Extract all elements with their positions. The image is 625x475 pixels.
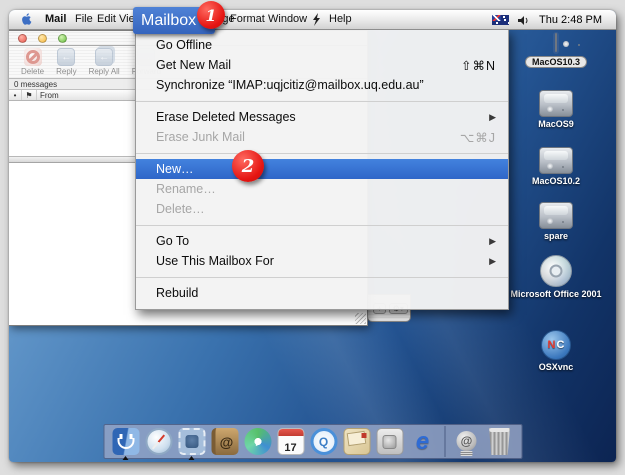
system-preferences-icon xyxy=(376,428,403,455)
dock-item-system-preferences[interactable] xyxy=(375,427,404,456)
at-spring-icon: @ xyxy=(457,427,477,456)
dock-item-finder[interactable] xyxy=(111,427,140,456)
submenu-arrow-icon: ▶ xyxy=(489,236,496,247)
shortcut-label: ⇧⌘N xyxy=(461,58,496,73)
dock-item-letters[interactable] xyxy=(342,427,371,456)
delete-button[interactable]: Delete xyxy=(21,48,44,76)
address-book-icon: @ xyxy=(211,428,238,455)
running-indicator xyxy=(189,456,195,460)
reply-all-button[interactable]: ← Reply All xyxy=(89,48,120,76)
safari-icon xyxy=(145,428,172,455)
dock-item-quicktime[interactable]: Q xyxy=(309,427,338,456)
desktop-icon-label: MacOS9 xyxy=(538,119,574,129)
shortcut-label: ⌥⌘J xyxy=(460,130,496,145)
dock-item-itunes[interactable]: ♪ xyxy=(243,427,272,456)
desktop-icon-label: OSXvnc xyxy=(539,362,574,372)
hard-drive-icon xyxy=(539,90,573,117)
input-language-flag-icon[interactable] xyxy=(492,15,509,25)
running-indicator xyxy=(123,456,129,460)
dock-item-mail[interactable] xyxy=(177,427,206,456)
close-button[interactable] xyxy=(18,34,27,43)
ical-icon: 17 xyxy=(277,428,304,455)
mail-icon xyxy=(178,428,205,455)
dock-item-internet-location[interactable]: @ xyxy=(452,427,481,456)
menubar-item-file[interactable]: File xyxy=(75,13,93,25)
desktop-icon-label: MacOS10.3 xyxy=(525,56,587,68)
menu-item-erase-junk-mail: Erase Junk Mail⌥⌘J xyxy=(136,127,508,147)
desktop-icon-osxvnc[interactable]: NC OSXvnc xyxy=(510,330,602,372)
delete-icon xyxy=(24,48,42,66)
trash-icon xyxy=(488,428,512,455)
menu-item-get-new-mail[interactable]: Get New Mail⇧⌘N xyxy=(136,55,508,75)
menu-clock[interactable]: Thu 2:48 PM xyxy=(539,14,602,26)
column-flag[interactable]: ⚑ xyxy=(22,90,37,100)
desktop-icon-ms-office[interactable]: Microsoft Office 2001 xyxy=(496,255,616,299)
menu-item-new[interactable]: New… xyxy=(136,159,508,179)
hard-drive-icon xyxy=(539,202,573,229)
dock-separator xyxy=(444,426,445,457)
apple-menu-icon[interactable] xyxy=(22,13,35,27)
letters-icon xyxy=(343,428,370,455)
mailbox-menu: Go Offline Get New Mail⇧⌘N Synchronize “… xyxy=(135,29,509,310)
menu-item-rebuild[interactable]: Rebuild xyxy=(136,283,508,303)
dock-item-ical[interactable]: 17 xyxy=(276,427,305,456)
script-menu-icon[interactable] xyxy=(312,13,321,26)
desktop-icon-macos103[interactable]: MacOS10.3 xyxy=(510,32,602,68)
vnc-icon: NC xyxy=(541,330,571,360)
desktop-icon-label: MacOS10.2 xyxy=(532,176,580,186)
menu-separator xyxy=(136,219,508,231)
desktop-icon-label: Microsoft Office 2001 xyxy=(510,289,601,299)
menubar-item-help[interactable]: Help xyxy=(329,13,352,25)
menubar-item-window[interactable]: Window xyxy=(268,13,307,25)
minimize-button[interactable] xyxy=(38,34,47,43)
menu-item-delete: Delete… xyxy=(136,199,508,219)
menu-bar: Mail File Edit View Mailbox Message Form… xyxy=(9,10,616,30)
itunes-icon: ♪ xyxy=(244,428,271,455)
selection-highlight xyxy=(553,32,559,54)
desktop-icon-spare[interactable]: spare xyxy=(510,202,602,241)
menu-item-go-offline[interactable]: Go Offline xyxy=(136,35,508,55)
reply-button[interactable]: ← Reply xyxy=(56,48,76,76)
menubar-item-edit[interactable]: Edit xyxy=(97,13,116,25)
menu-separator xyxy=(136,95,508,107)
internet-explorer-icon: e xyxy=(409,428,436,455)
menu-item-synchronize[interactable]: Synchronize “IMAP:uqjcitiz@mailbox.uq.ed… xyxy=(136,75,508,95)
desktop-icon-label: spare xyxy=(544,231,568,241)
menu-item-erase-deleted-messages[interactable]: Erase Deleted Messages▶ xyxy=(136,107,508,127)
menu-item-go-to[interactable]: Go To▶ xyxy=(136,231,508,251)
dock-item-safari[interactable] xyxy=(144,427,173,456)
hard-drive-icon xyxy=(555,33,557,52)
menubar-item-format[interactable]: Format xyxy=(230,13,265,25)
menubar-item-mail[interactable]: Mail xyxy=(45,13,66,25)
annotation-step-1-badge: 1 xyxy=(197,1,225,29)
menu-separator xyxy=(136,271,508,283)
menu-item-use-this-mailbox-for[interactable]: Use This Mailbox For▶ xyxy=(136,251,508,271)
reply-icon: ← xyxy=(57,48,75,66)
dock-item-internet-explorer[interactable]: e xyxy=(408,427,437,456)
submenu-arrow-icon: ▶ xyxy=(489,256,496,267)
dock-item-address-book[interactable]: @ xyxy=(210,427,239,456)
desktop-icon-macos9[interactable]: MacOS9 xyxy=(510,90,602,129)
reply-all-icon: ← xyxy=(95,48,113,66)
annotation-step-2-badge: 2 xyxy=(232,150,264,182)
desktop-screen: MacOS10.3 MacOS9 MacOS10.2 spare Microso… xyxy=(9,10,616,462)
hard-drive-icon xyxy=(539,147,573,174)
column-read-status[interactable]: • xyxy=(9,90,22,100)
zoom-button[interactable] xyxy=(58,34,67,43)
quicktime-icon: Q xyxy=(310,428,337,455)
dock-item-trash[interactable] xyxy=(485,427,514,456)
cd-icon xyxy=(540,255,572,287)
volume-icon[interactable] xyxy=(518,15,530,26)
desktop-icon-macos102[interactable]: MacOS10.2 xyxy=(510,147,602,186)
dock: @ ♪ 17 Q e @ xyxy=(103,424,522,459)
menu-separator xyxy=(136,147,508,159)
resize-grip[interactable] xyxy=(355,313,366,324)
submenu-arrow-icon: ▶ xyxy=(489,112,496,123)
finder-icon xyxy=(112,428,139,455)
menu-item-rename: Rename… xyxy=(136,179,508,199)
